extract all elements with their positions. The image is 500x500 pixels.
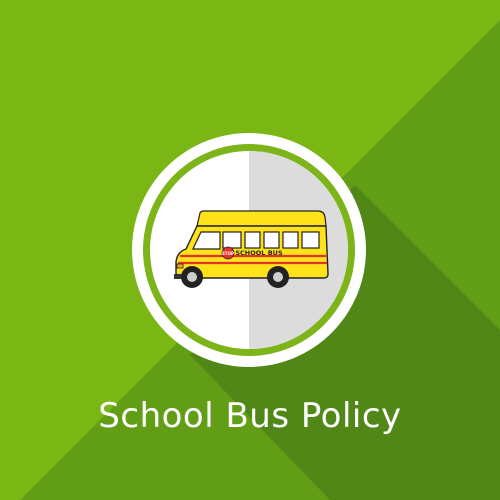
stop-sign-icon: STOP (221, 246, 235, 260)
page-title: School Bus Policy (98, 396, 402, 436)
bus-label: SCHOOL BUS (235, 249, 283, 257)
stop-sign-text: STOP (222, 251, 234, 256)
policy-tile[interactable]: STOP SCHOOL BUS School Bus Policy (0, 0, 500, 500)
